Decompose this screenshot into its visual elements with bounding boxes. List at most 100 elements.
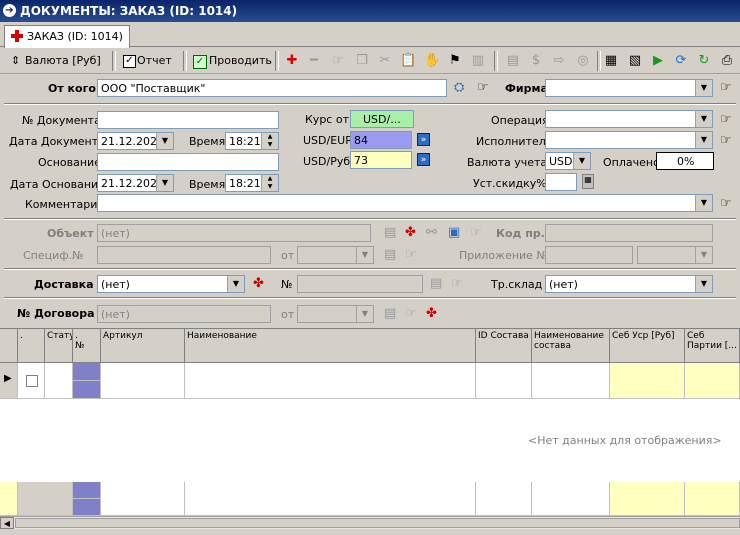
spec-field[interactable] [97,246,271,264]
object-field[interactable]: (нет) [97,224,371,242]
col-name[interactable]: Наименование [185,329,476,363]
lookup-icon[interactable]: ⛭ [454,80,470,96]
chevron-down-icon[interactable]: ▼ [695,195,712,211]
row-comp-id[interactable] [476,363,532,399]
chevron-down-icon[interactable]: ▼ [695,132,712,148]
usd-rub-field[interactable]: 73 [350,151,412,169]
pointer-icon[interactable]: ☞ [330,53,346,69]
doc-icon[interactable]: ▤ [505,53,521,69]
col-status[interactable]: Статус [45,329,73,363]
row-indicator[interactable]: ▶ [0,363,18,399]
spec-date-field[interactable]: ▼ [297,246,374,264]
delivery-doc-icon[interactable]: ▤ [430,276,442,291]
tr-select[interactable]: (нет) ▼ [545,275,713,293]
row-checkbox[interactable] [26,375,38,387]
chevron-down-icon[interactable]: ▼ [356,247,373,263]
spec-doc-icon[interactable]: ▤ [384,247,396,262]
delivery-pointer-icon[interactable]: ☞ [451,276,463,291]
comment-select[interactable]: ▼ [97,194,713,212]
nav-arrow-icon[interactable]: » [417,133,430,146]
spinner-icon[interactable]: ▲ ▼ [261,133,278,149]
time2-field[interactable]: 18:21 ▲ ▼ [225,174,279,192]
chevron-down-icon[interactable]: ▼ [227,276,244,292]
code-field[interactable] [545,224,713,242]
object-link-icon[interactable]: ⚯ [426,225,437,240]
web-icon[interactable]: ◎ [575,53,591,69]
comment-pointer-icon[interactable]: ☞ [720,196,732,211]
object-pointer-icon[interactable]: ☞ [470,225,482,240]
col-cost-batch[interactable]: Себ Партии [... [685,329,740,363]
row-cost-avg[interactable] [610,363,685,399]
delivery-no-field[interactable] [297,275,423,293]
operation-select[interactable]: ▼ [545,110,713,128]
col-comp-id[interactable]: ID Состава [476,329,532,363]
basis-date-field[interactable]: 21.12.2021 ▼ [97,174,174,192]
row-status[interactable] [45,363,73,399]
doc-date-field[interactable]: 21.12.2021 ▼ [97,132,174,150]
stamp-icon[interactable]: ⚑ [447,53,463,69]
paste-icon[interactable]: 📋 [400,53,416,69]
add-icon[interactable]: ✚ [284,53,300,69]
time1-field[interactable]: 18:21 ▲ ▼ [225,132,279,150]
row-cost-batch[interactable] [685,363,740,399]
chevron-down-icon[interactable]: ▼ [156,133,173,149]
export-icon[interactable]: ⇨ [551,53,567,69]
save-icon[interactable]: ⟳ [673,53,689,69]
paid-field[interactable]: 0% [656,152,714,170]
col-article[interactable]: Артикул [101,329,185,363]
nav-arrow-icon[interactable]: » [417,153,430,166]
horizontal-scrollbar[interactable]: ◀ [0,516,740,529]
row-checkbox-cell[interactable] [18,363,45,399]
spec-pointer-icon[interactable]: ☞ [405,247,417,262]
scroll-left-icon[interactable]: ◀ [0,517,14,529]
basis-field[interactable] [97,153,279,171]
copy-icon[interactable]: ❐ [354,53,370,69]
col-no[interactable]: . № [73,329,101,363]
calculator-icon[interactable]: ▦ [582,174,594,189]
app-field[interactable] [545,246,633,264]
refresh-icon[interactable]: ↻ [696,53,712,69]
col-cost-avg[interactable]: Себ Уср [Руб] [610,329,685,363]
chevron-down-icon[interactable]: ▼ [573,153,590,169]
hand-icon[interactable]: ✋ [424,53,440,69]
row-article[interactable] [101,363,185,399]
object-doc-icon[interactable]: ▤ [384,225,396,240]
usd-eur-field[interactable]: 84 [350,131,412,149]
row-no-cell[interactable] [73,363,101,381]
row-comp-name[interactable] [532,363,610,399]
app-select[interactable]: ▼ [637,246,713,264]
contract-field[interactable]: (нет) [97,305,271,323]
acc-currency-select[interactable]: USD ▼ [545,152,591,170]
executor-pointer-icon[interactable]: ☞ [720,133,732,148]
doc-no-field[interactable] [97,111,279,129]
rate-from-button[interactable]: USD/... [350,110,414,128]
items-grid[interactable]: . Статус .№ Артикул Наименование ID Сост… [0,328,740,529]
executor-select[interactable]: ▼ [545,131,713,149]
tab-order[interactable]: ЗАКАЗ (ID: 1014) [4,25,130,48]
contract-pointer-icon[interactable]: ☞ [405,306,417,321]
discount-field[interactable] [545,173,577,191]
object-add-icon[interactable]: ✤ [405,225,416,240]
firm-pointer-icon[interactable]: ☞ [720,80,732,95]
scroll-thumb[interactable] [15,518,740,528]
chevron-down-icon[interactable]: ▼ [695,247,712,263]
contract-add-icon[interactable]: ✤ [426,306,437,321]
operation-pointer-icon[interactable]: ☞ [720,112,732,127]
docs-icon[interactable]: ▦ [603,53,619,69]
arrow-icon[interactable]: ➔ [3,4,16,17]
post-button[interactable]: ✓ Проводить [188,50,296,74]
col-dot[interactable]: . [18,329,45,363]
dollar-icon[interactable]: $ [528,53,544,69]
row-name[interactable] [185,363,476,399]
printer-icon[interactable]: ⎙ [719,53,735,69]
chevron-down-icon[interactable]: ▼ [695,80,712,96]
object-view-icon[interactable]: ▣ [448,225,460,240]
play-icon[interactable]: ▶ [650,53,666,69]
firm-select[interactable]: ▼ [545,79,713,97]
contract-date-field[interactable]: ▼ [297,305,374,323]
barcode-icon[interactable]: ▥ [470,53,486,69]
remove-icon[interactable]: ━ [306,53,322,69]
print-preview-icon[interactable]: ▧ [627,53,643,69]
row-no-cell[interactable] [73,381,101,399]
chevron-down-icon[interactable]: ▼ [695,111,712,127]
